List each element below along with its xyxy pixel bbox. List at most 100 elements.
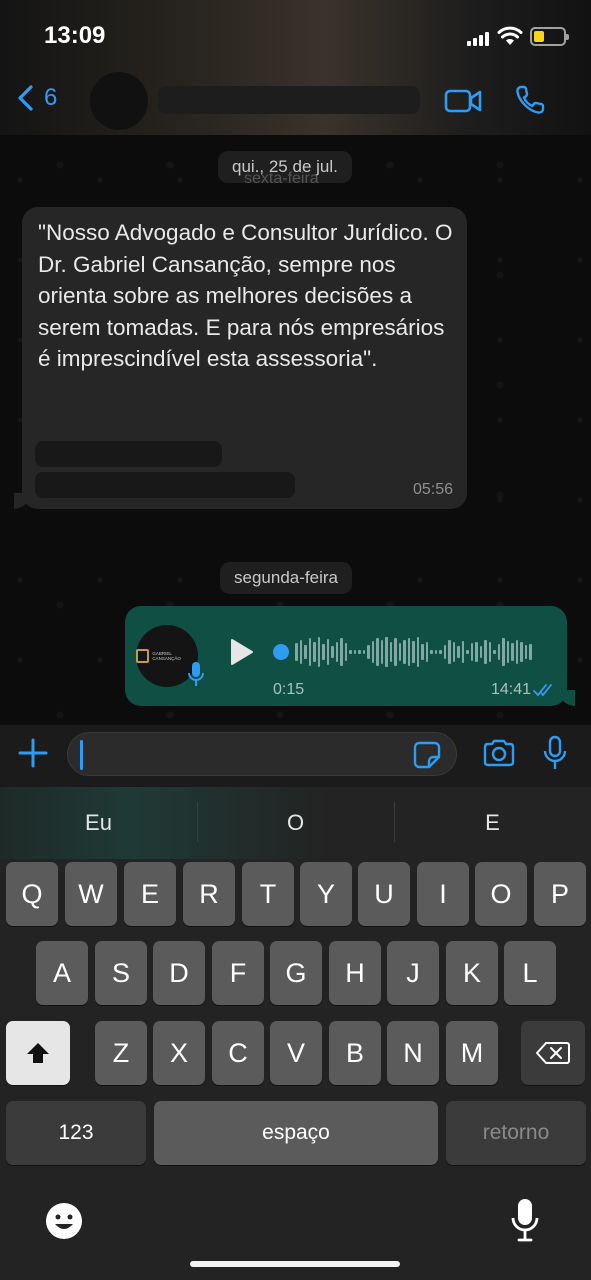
waveform-bar bbox=[439, 649, 442, 655]
voice-message-bubble[interactable]: GABRIEL CANSANÇÃO 0:15 14:41 bbox=[125, 606, 575, 706]
camera-icon[interactable] bbox=[482, 738, 516, 768]
key-t[interactable]: T bbox=[242, 862, 294, 926]
waveform-bar bbox=[380, 640, 383, 664]
top-bar: 13:09 6 bbox=[0, 0, 591, 135]
key-j[interactable]: J bbox=[387, 941, 439, 1005]
waveform-bar bbox=[488, 642, 491, 662]
incoming-message-bubble[interactable]: "Nosso Advogado e Consultor Jurídico. O … bbox=[14, 207, 467, 509]
logo-icon bbox=[136, 649, 150, 663]
waveform-bar bbox=[322, 644, 325, 660]
contact-avatar[interactable] bbox=[90, 72, 148, 130]
key-c[interactable]: C bbox=[212, 1021, 264, 1085]
waveform-bar bbox=[407, 638, 410, 666]
key-z[interactable]: Z bbox=[95, 1021, 147, 1085]
key-w[interactable]: W bbox=[65, 862, 117, 926]
key-y[interactable]: Y bbox=[300, 862, 352, 926]
backspace-key[interactable] bbox=[521, 1021, 585, 1085]
dictation-icon[interactable] bbox=[510, 1197, 540, 1243]
waveform-bar bbox=[326, 639, 329, 665]
suggestion[interactable]: E bbox=[394, 802, 591, 842]
key-g[interactable]: G bbox=[270, 941, 322, 1005]
space-key[interactable]: espaço bbox=[154, 1101, 438, 1165]
waveform-bar bbox=[335, 641, 338, 663]
sticker-icon[interactable] bbox=[413, 741, 441, 769]
waveform-bar bbox=[457, 645, 460, 659]
waveform-bar bbox=[349, 649, 352, 655]
waveform-bar bbox=[484, 640, 487, 664]
key-m[interactable]: M bbox=[446, 1021, 498, 1085]
waveform-bar bbox=[313, 641, 316, 663]
message-input[interactable] bbox=[67, 732, 457, 776]
waveform-bar bbox=[358, 649, 361, 655]
key-p[interactable]: P bbox=[534, 862, 586, 926]
waveform-bar bbox=[308, 638, 311, 666]
suggestion[interactable]: O bbox=[197, 802, 394, 842]
waveform-bar bbox=[398, 643, 401, 661]
key-v[interactable]: V bbox=[270, 1021, 322, 1085]
keyboard: Eu O E Q W E R T Y U I O P A S D F G H J… bbox=[0, 787, 591, 1280]
key-n[interactable]: N bbox=[387, 1021, 439, 1085]
key-f[interactable]: F bbox=[212, 941, 264, 1005]
waveform-bar bbox=[506, 640, 509, 664]
numbers-key[interactable]: 123 bbox=[6, 1101, 146, 1165]
message-input-bar bbox=[0, 725, 591, 787]
waveform-bar bbox=[385, 636, 388, 668]
waveform-bar bbox=[515, 640, 518, 664]
key-s[interactable]: S bbox=[95, 941, 147, 1005]
key-r[interactable]: R bbox=[183, 862, 235, 926]
phone-icon[interactable] bbox=[514, 84, 546, 116]
back-unread-count: 6 bbox=[44, 84, 58, 111]
key-u[interactable]: U bbox=[358, 862, 410, 926]
waveform-bar bbox=[497, 644, 500, 660]
shift-key[interactable] bbox=[6, 1021, 70, 1085]
playback-scrubber[interactable] bbox=[273, 644, 289, 660]
waveform-bar bbox=[511, 643, 514, 661]
waveform-bar bbox=[340, 637, 343, 667]
redacted-line bbox=[35, 441, 222, 467]
waveform-bar bbox=[416, 636, 419, 668]
wifi-icon bbox=[497, 26, 523, 45]
text-cursor bbox=[80, 740, 83, 770]
home-indicator bbox=[190, 1261, 400, 1267]
status-time: 13:09 bbox=[44, 22, 106, 49]
waveform-bar bbox=[344, 643, 347, 661]
back-button[interactable]: 6 bbox=[16, 84, 57, 112]
waveform-bar bbox=[448, 640, 451, 664]
key-l[interactable]: L bbox=[504, 941, 556, 1005]
key-q[interactable]: Q bbox=[6, 862, 58, 926]
waveform-bar bbox=[434, 649, 437, 655]
suggestion[interactable]: Eu bbox=[0, 810, 197, 836]
waveform-bar bbox=[461, 640, 464, 664]
key-x[interactable]: X bbox=[153, 1021, 205, 1085]
emoji-icon[interactable] bbox=[44, 1201, 84, 1241]
date-separator: segunda-feira bbox=[220, 562, 352, 594]
logo-text: GABRIEL CANSANÇÃO bbox=[152, 651, 181, 661]
return-key[interactable]: retorno bbox=[446, 1101, 586, 1165]
key-o[interactable]: O bbox=[475, 862, 527, 926]
key-h[interactable]: H bbox=[329, 941, 381, 1005]
waveform-bar bbox=[317, 636, 320, 668]
message-time: 05:56 bbox=[412, 481, 453, 498]
video-call-icon[interactable] bbox=[444, 86, 482, 116]
waveform-bar bbox=[421, 644, 424, 660]
key-d[interactable]: D bbox=[153, 941, 205, 1005]
key-e[interactable]: E bbox=[124, 862, 176, 926]
key-b[interactable]: B bbox=[329, 1021, 381, 1085]
key-i[interactable]: I bbox=[417, 862, 469, 926]
waveform-bar bbox=[331, 646, 334, 658]
waveform-bar bbox=[479, 646, 482, 658]
plus-icon[interactable] bbox=[18, 738, 48, 768]
voice-duration: 0:15 bbox=[273, 681, 305, 698]
read-ticks-icon bbox=[533, 684, 552, 697]
key-k[interactable]: K bbox=[446, 941, 498, 1005]
mic-icon[interactable] bbox=[543, 735, 567, 771]
waveform-bar bbox=[520, 641, 523, 663]
key-a[interactable]: A bbox=[36, 941, 88, 1005]
voice-waveform[interactable] bbox=[273, 632, 545, 672]
waveform-bar bbox=[524, 644, 527, 660]
play-icon[interactable] bbox=[230, 638, 254, 666]
contact-name-redacted[interactable] bbox=[158, 86, 420, 114]
waveform-bar bbox=[529, 644, 532, 660]
shift-icon bbox=[27, 1043, 49, 1063]
waveform-bar bbox=[371, 640, 374, 664]
